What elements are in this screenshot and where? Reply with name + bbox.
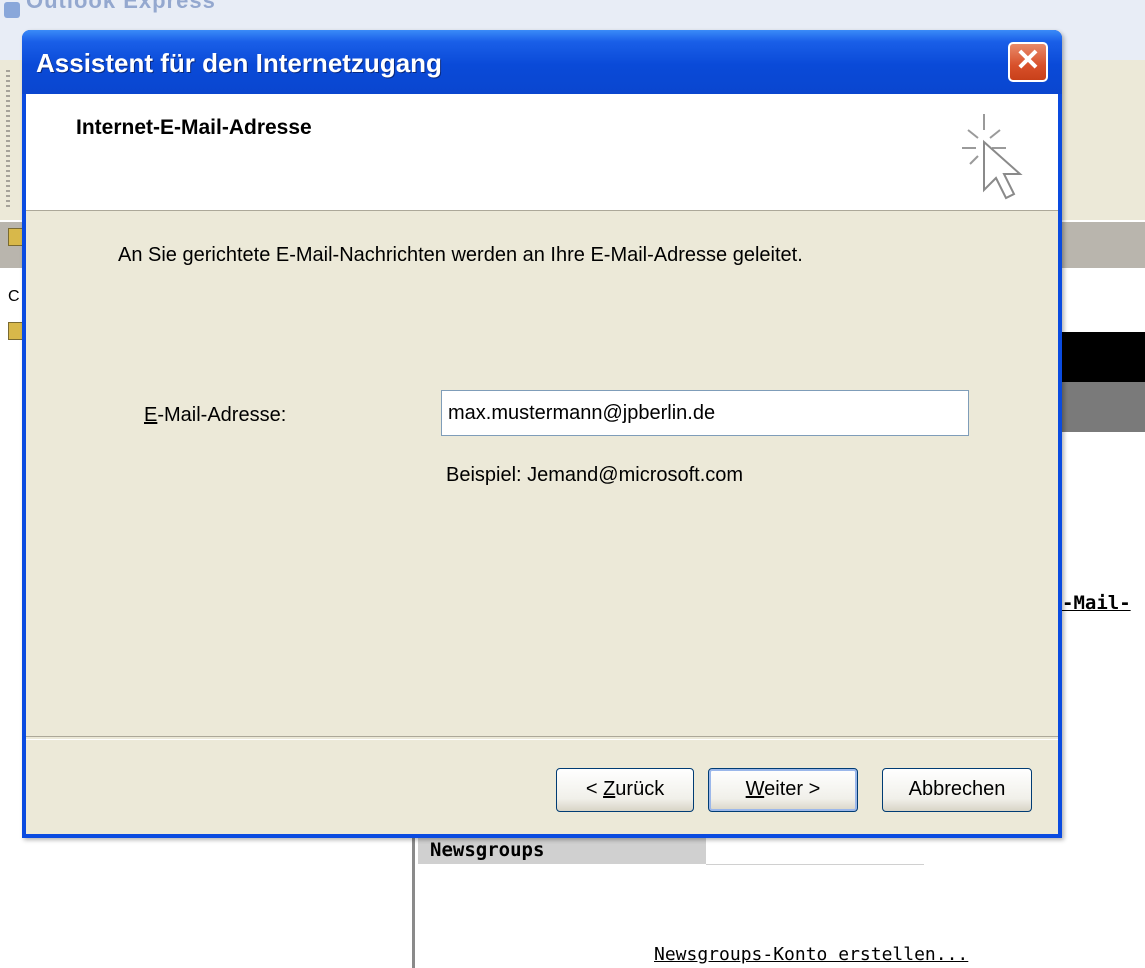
folder-pane-label: C (8, 288, 20, 305)
background-window-title: Outlook Express (26, 0, 216, 13)
cursor-sparkle-icon (962, 114, 1023, 200)
internet-connection-wizard-dialog: Assistent für den Internetzugang ✕ Inter… (22, 30, 1062, 838)
email-label-accelerator: E (144, 404, 158, 426)
toolbar-grip (6, 70, 10, 210)
background-subbanner (1060, 382, 1145, 432)
email-label-text: -Mail-Adresse: (157, 404, 287, 426)
dialog-title: Assistent für den Internetzugang (36, 48, 442, 78)
newsgroups-header: Newsgroups (418, 836, 706, 864)
cancel-button[interactable]: Abbrechen (882, 768, 1032, 812)
mail-link[interactable]: -Mail- (1062, 592, 1131, 614)
newsgroups-rule (706, 864, 924, 865)
outlook-express-icon (4, 2, 20, 18)
close-icon: ✕ (1015, 44, 1041, 77)
back-button-accelerator: Z (603, 778, 616, 800)
back-button[interactable]: < Zurück (556, 768, 694, 812)
dialog-titlebar[interactable]: Assistent für den Internetzugang ✕ (22, 30, 1062, 94)
back-button-prefix: < (585, 778, 604, 800)
background-banner (1060, 332, 1145, 382)
email-address-input[interactable] (441, 390, 969, 436)
email-address-label: E-Mail-Adresse: (144, 404, 286, 427)
dialog-client-area: Internet-E-Mail-Adresse An Sie gerichtet… (26, 94, 1058, 834)
footer-divider (26, 736, 1058, 740)
next-button-accelerator: W (745, 778, 765, 800)
pane-divider (412, 836, 415, 968)
back-button-label: urück (615, 778, 665, 800)
page-title: Internet-E-Mail-Adresse (76, 116, 312, 139)
wizard-header: Internet-E-Mail-Adresse (26, 94, 1058, 211)
email-example-text: Beispiel: Jemand@microsoft.com (446, 464, 744, 486)
close-button[interactable]: ✕ (1008, 42, 1048, 82)
newsgroups-create-account-link[interactable]: Newsgroups-Konto erstellen... (654, 944, 968, 965)
intro-text: An Sie gerichtete E-Mail-Nachrichten wer… (118, 244, 803, 266)
next-button[interactable]: Weiter > (708, 768, 858, 812)
next-button-label: eiter > (764, 778, 821, 800)
